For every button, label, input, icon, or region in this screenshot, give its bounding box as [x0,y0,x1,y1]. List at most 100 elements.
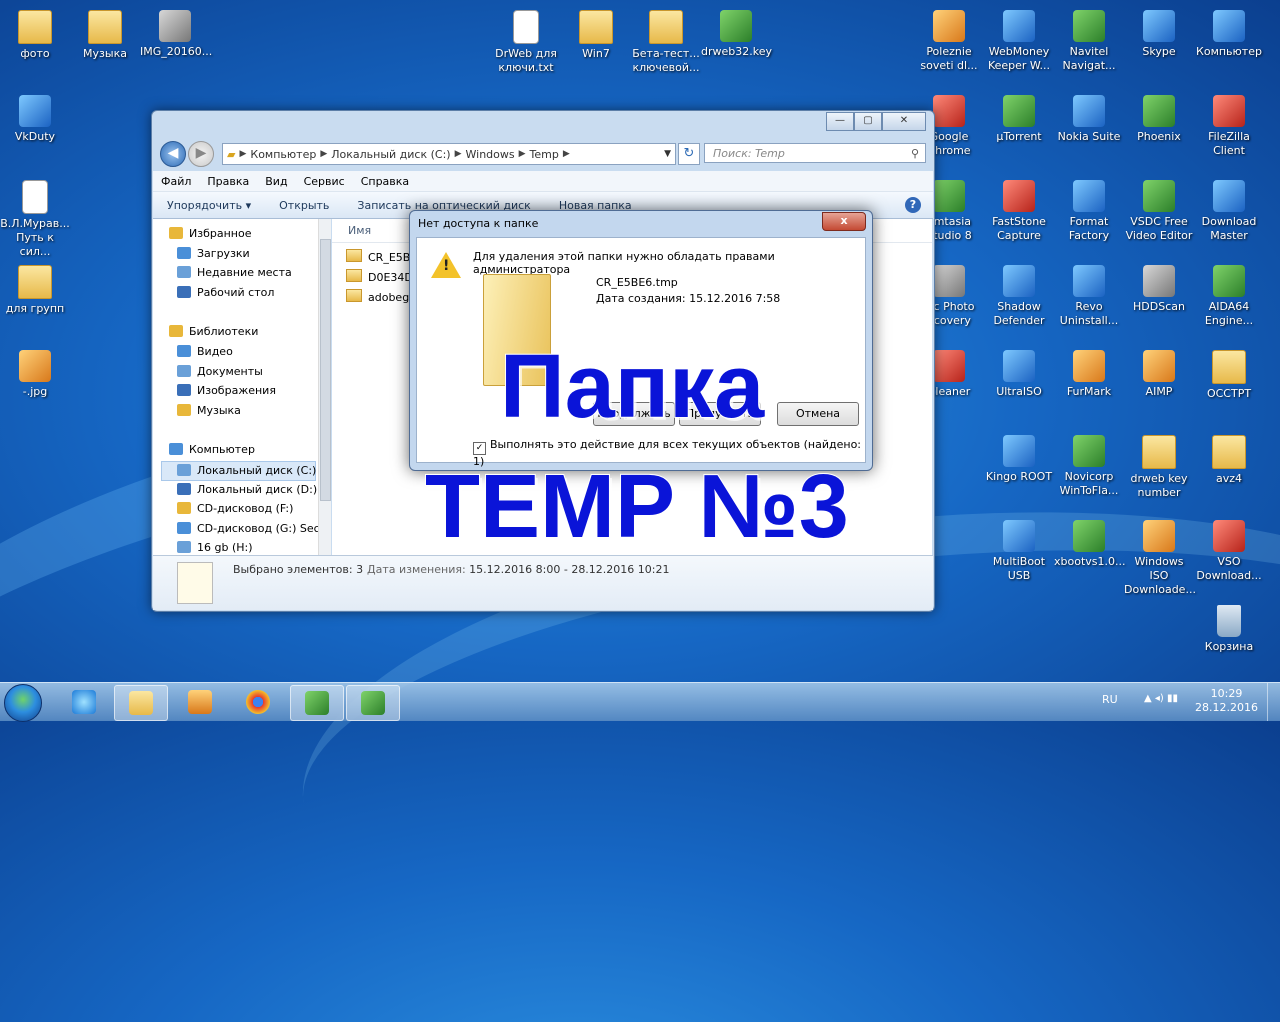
start-button[interactable] [4,684,42,722]
desktop-icon[interactable]: Музыка [70,10,140,61]
camtasia-taskbar-button[interactable] [290,685,344,721]
desktop-icon[interactable]: FileZilla Client [1194,95,1264,158]
menu-file[interactable]: Файл [153,175,199,188]
desktop-icon[interactable]: -.jpg [0,350,70,399]
chrome-taskbar-button[interactable] [232,685,284,719]
nav-item[interactable]: Избранное [169,225,251,243]
refresh-button[interactable]: ↻ [678,143,700,165]
scroll-thumb[interactable] [320,239,331,501]
file-row[interactable]: adobege [346,289,416,307]
desktop-icon[interactable]: xbootvs1.0... [1054,520,1126,569]
app-icon [1003,180,1035,212]
nav-item[interactable]: Изображения [177,382,276,400]
nav-item[interactable]: Локальный диск (D:) [177,481,317,499]
desktop-icon[interactable]: Navitel Navigat... [1054,10,1124,73]
tray-icons[interactable]: ▲ ◂) ▮▮ [1144,693,1178,704]
desktop-icon[interactable]: UltraISO [984,350,1054,399]
dialog-close-button[interactable]: x [822,212,866,231]
desktop-icon[interactable]: Kingo ROOT [984,435,1054,484]
desktop-icon[interactable]: В.Л.Мурав... Путь к сил... [0,180,70,259]
desktop-icon[interactable]: Shadow Defender [984,265,1054,328]
desktop-icon[interactable]: FurMark [1054,350,1124,399]
breadcrumb-item[interactable]: Компьютер [246,148,320,161]
desktop-icon[interactable]: IMG_20160... [140,10,212,59]
file-row[interactable]: CR_E5BE [346,249,417,267]
language-indicator[interactable]: RU [1102,693,1118,706]
desktop-icon[interactable]: DrWeb для ключи.txt [491,10,561,75]
desktop-icon[interactable]: WebMoney Keeper W... [984,10,1054,73]
nav-item[interactable]: Недавние места [177,264,292,282]
desktop-icon[interactable]: OCCTPT [1194,350,1264,401]
desktop-icon[interactable]: Бета-тест... ключевой... [631,10,701,75]
desktop-icon[interactable]: Polezniе soveti dl... [914,10,984,73]
desktop-icon[interactable]: Nokia Suite [1054,95,1124,144]
desktop-icon[interactable]: AIDA64 Engine... [1194,265,1264,328]
menu-tools[interactable]: Сервис [296,175,353,188]
nav-item[interactable]: Локальный диск (C:) [161,461,316,481]
desktop-icon[interactable]: drweb32.key [701,10,772,59]
menu-view[interactable]: Вид [257,175,295,188]
nav-item[interactable]: Библиотеки [169,323,258,341]
desktop-icon[interactable]: Phoenix [1124,95,1194,144]
minimize-button[interactable]: — [826,112,854,131]
ie-taskbar-button[interactable] [58,685,110,719]
breadcrumb-item[interactable]: Temp [526,148,563,161]
nav-item[interactable]: Загрузки [177,245,250,263]
nav-item[interactable]: CD-дисковод (G:) Sec [177,520,318,538]
date-value: 15.12.2016 8:00 - 28.12.2016 10:21 [469,563,670,576]
back-button[interactable]: ◀ [160,141,186,167]
camtasia-recorder-taskbar-button[interactable] [346,685,400,721]
nav-item[interactable]: 16 gb (H:) [177,539,253,555]
nav-item[interactable]: Музыка [177,402,241,420]
address-bar[interactable]: ▰ ▶ Компьютер ▶ Локальный диск (C:) ▶ Wi… [222,143,676,165]
checkbox[interactable]: ✓ [473,442,486,455]
desktop-icon[interactable]: avz4 [1194,435,1264,486]
desktop-icon[interactable]: VSDC Free Video Editor [1124,180,1194,243]
breadcrumb-item[interactable]: Windows [462,148,519,161]
desktop-icon[interactable]: VSO Download... [1194,520,1264,583]
nav-item[interactable]: Рабочий стол [177,284,274,302]
organize-button[interactable]: Упорядочить ▾ [153,199,265,212]
open-button[interactable]: Открыть [265,199,343,212]
desktop-icon[interactable]: Format Factory [1054,180,1124,243]
help-icon[interactable]: ? [905,197,921,213]
desktop-icon[interactable]: Novicorp WinToFla... [1054,435,1124,498]
desktop-icon[interactable]: AIMP [1124,350,1194,399]
desktop-icon[interactable]: VkDuty [0,95,70,144]
maximize-button[interactable]: ▢ [854,112,882,131]
desktop-icon[interactable]: Windows ISO Downloade... [1124,520,1196,597]
chevron-down-icon[interactable]: ▼ [664,149,671,159]
desktop-icon[interactable]: µTorrent [984,95,1054,144]
desktop-icon[interactable]: FastStone Capture [984,180,1054,243]
desktop-icon[interactable]: Revo Uninstall... [1054,265,1124,328]
media-player-taskbar-button[interactable] [174,685,226,719]
forward-button[interactable]: ▶ [188,141,214,167]
desktop-icon[interactable]: drweb key number [1124,435,1194,500]
desktop-icon[interactable]: Корзина [1194,605,1264,654]
show-desktop-button[interactable] [1267,683,1280,721]
nav-item[interactable]: Видео [177,343,233,361]
search-placeholder: Поиск: Temp [713,147,785,160]
desktop-icon[interactable]: HDDScan [1124,265,1194,314]
menu-help[interactable]: Справка [353,175,417,188]
desktop-icon[interactable]: MultiBoot USB [984,520,1054,583]
nav-scrollbar[interactable] [318,219,331,555]
clock[interactable]: 10:29 28.12.2016 [1195,687,1258,715]
nav-item-label: Локальный диск (C:) [197,464,317,477]
desktop-icon[interactable]: Download Master [1194,180,1264,243]
nav-item[interactable]: Документы [177,363,263,381]
close-button[interactable]: ✕ [882,112,926,131]
cancel-button[interactable]: Отмена [777,402,859,426]
explorer-taskbar-button[interactable] [114,685,168,721]
desktop-icon[interactable]: для групп [0,265,70,316]
desktop-icon[interactable]: Компьютер [1194,10,1264,59]
menu-edit[interactable]: Правка [199,175,257,188]
desktop-icon[interactable]: фото [0,10,70,61]
desktop-icon-label: VSO Download... [1196,555,1262,582]
breadcrumb-item[interactable]: Локальный диск (C:) [327,148,454,161]
nav-item[interactable]: CD-дисковод (F:) [177,500,293,518]
nav-item[interactable]: Компьютер [169,441,255,459]
desktop-icon[interactable]: Win7 [561,10,631,61]
desktop-icon[interactable]: Skype [1124,10,1194,59]
search-input[interactable]: Поиск: Temp ⚲ [704,143,926,163]
